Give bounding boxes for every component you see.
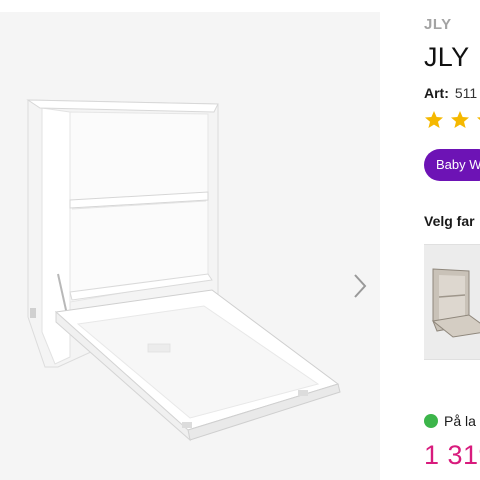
color-select-label: Velg far xyxy=(424,213,475,229)
product-price: 1 319 xyxy=(424,440,480,470)
product-gallery xyxy=(0,12,380,480)
variant-thumbnail xyxy=(431,268,480,338)
star-icon xyxy=(477,117,480,121)
product-info: JLY JLY Art: 511 Baby W Velg far På la 1 … xyxy=(424,0,480,480)
star-icon xyxy=(451,111,469,128)
category-badge[interactable]: Baby W xyxy=(424,149,480,181)
stock-status: På la xyxy=(424,413,476,429)
article-label: Art: xyxy=(424,85,449,101)
product-image[interactable] xyxy=(0,12,380,480)
color-variant-swatch[interactable] xyxy=(424,244,480,360)
brand-link[interactable]: JLY xyxy=(424,16,452,33)
chevron-right-icon xyxy=(354,274,367,298)
star-icon xyxy=(425,111,443,128)
product-title: JLY xyxy=(424,42,470,72)
article-value: 511 xyxy=(454,85,478,101)
next-image-button[interactable] xyxy=(348,270,372,302)
article-number: Art: 511 xyxy=(424,85,477,101)
stock-indicator-icon xyxy=(424,414,438,428)
stock-text: På la xyxy=(444,413,476,429)
rating-stars[interactable] xyxy=(424,110,480,130)
